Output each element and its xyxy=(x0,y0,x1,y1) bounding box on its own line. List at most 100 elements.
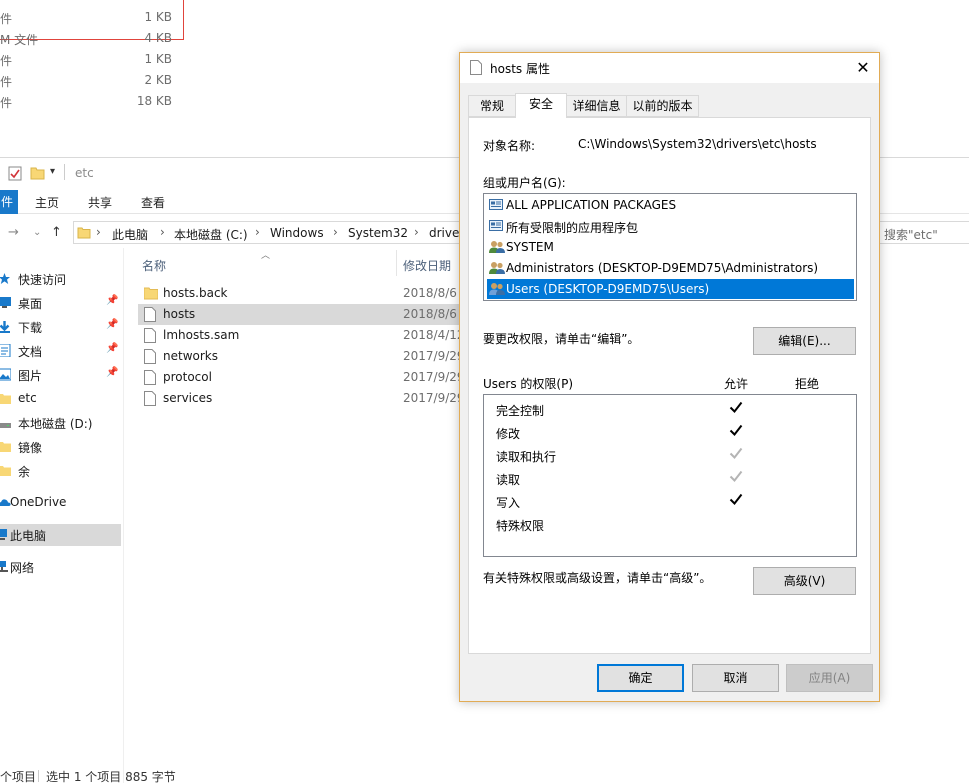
security-panel: 对象名称: C:\Windows\System32\drivers\etc\ho… xyxy=(468,117,871,654)
object-name-value: C:\Windows\System32\drivers\etc\hosts xyxy=(578,137,817,151)
users-icon xyxy=(489,282,505,298)
download-icon xyxy=(0,320,11,333)
column-divider[interactable] xyxy=(396,250,397,276)
advanced-hint: 有关特殊权限或高级设置，请单击“高级”。 xyxy=(483,571,712,585)
sidebar-item-yu[interactable]: 余 xyxy=(0,460,121,482)
inherited-check-icon xyxy=(729,469,743,486)
tab-file[interactable]: 件 xyxy=(0,190,18,214)
up-arrow-icon[interactable]: ↑ xyxy=(51,225,62,240)
file-row[interactable]: networks 2017/9/29 xyxy=(138,346,468,367)
status-selection: 选中 1 个项目 885 字节 xyxy=(38,770,176,783)
sidebar-item-onedrive[interactable]: OneDrive xyxy=(0,492,121,514)
recent-locations-icon[interactable]: ⌄ xyxy=(33,227,41,238)
breadcrumb-this-pc[interactable]: 此电脑 xyxy=(112,226,148,243)
ok-button[interactable]: 确定 xyxy=(597,664,684,692)
pin-icon[interactable]: 📌 xyxy=(106,367,118,378)
sidebar-item-quick-access[interactable]: 快速访问 xyxy=(0,268,121,290)
file-row[interactable]: hosts 2018/8/6 xyxy=(138,304,468,325)
sidebar-item-documents[interactable]: 文档 📌 xyxy=(0,340,121,362)
folder-icon xyxy=(0,392,11,405)
permission-row: 读取和执行 xyxy=(496,445,796,468)
file-icon xyxy=(144,370,156,388)
sidebar-item-downloads[interactable]: 下载 📌 xyxy=(0,316,121,338)
column-header: ︿ 名称 修改日期 xyxy=(124,248,464,278)
forward-arrow-icon[interactable]: → xyxy=(8,225,19,240)
list-item[interactable]: 件 2 KB xyxy=(0,70,190,91)
star-icon xyxy=(0,272,11,285)
toolbar-divider xyxy=(64,164,65,180)
chevron-right-icon[interactable]: › xyxy=(414,225,419,239)
tab-share[interactable]: 共享 xyxy=(88,194,112,211)
list-item[interactable]: 件 1 KB xyxy=(0,7,190,28)
breadcrumb-system32[interactable]: System32 xyxy=(348,226,408,240)
sidebar-item-etc[interactable]: etc xyxy=(0,388,121,410)
tab-home[interactable]: 主页 xyxy=(35,194,59,211)
sidebar-item-pictures[interactable]: 图片 📌 xyxy=(0,364,121,386)
folder-icon xyxy=(143,286,159,303)
sidebar-item-network[interactable]: 网络 xyxy=(0,556,121,578)
list-item[interactable]: 件 1 KB xyxy=(0,49,190,70)
pin-icon[interactable]: 📌 xyxy=(106,295,118,306)
sidebar-item-this-pc[interactable]: 此电脑 xyxy=(0,524,121,546)
chevron-right-icon[interactable]: › xyxy=(255,225,260,239)
drive-icon xyxy=(0,416,11,429)
sort-ascending-icon: ︿ xyxy=(261,251,271,261)
group-item[interactable]: Users (DESKTOP-D9EMD75\Users) xyxy=(487,279,854,299)
permission-row: 修改 xyxy=(496,422,796,445)
customize-toolbar-icon[interactable]: ▾ xyxy=(50,166,55,177)
file-row[interactable]: hosts.back 2018/8/6 xyxy=(138,283,468,304)
search-input[interactable]: 搜索"etc" xyxy=(877,221,969,244)
dialog-titlebar[interactable]: hosts 属性 ✕ xyxy=(460,53,879,83)
breadcrumb-drive-c[interactable]: 本地磁盘 (C:) xyxy=(174,226,248,243)
close-icon[interactable]: ✕ xyxy=(852,57,874,79)
tab-previous-versions[interactable]: 以前的版本 xyxy=(626,95,699,117)
group-item[interactable]: SYSTEM xyxy=(487,237,854,257)
list-item[interactable]: 件 18 KB xyxy=(0,91,190,112)
breadcrumb-windows[interactable]: Windows xyxy=(270,226,324,240)
list-item[interactable]: M 文件 4 KB xyxy=(0,28,190,49)
tab-general[interactable]: 常规 xyxy=(468,95,516,117)
check-icon xyxy=(729,492,743,509)
column-header-date[interactable]: 修改日期 xyxy=(403,257,451,274)
group-user-list: ALL APPLICATION PACKAGES 所有受限制的应用程序包 SYS… xyxy=(483,193,857,301)
allow-column-label: 允许 xyxy=(724,377,749,391)
change-hint: 要更改权限，请单击“编辑”。 xyxy=(483,332,640,346)
tab-details[interactable]: 详细信息 xyxy=(566,95,627,117)
sidebar-item-desktop[interactable]: 桌面 📌 xyxy=(0,292,121,314)
folder-icon xyxy=(0,464,11,477)
desktop-icon xyxy=(0,296,11,309)
file-icon xyxy=(144,349,156,367)
inherited-check-icon xyxy=(729,446,743,463)
pin-icon[interactable]: 📌 xyxy=(106,319,118,330)
properties-dialog: hosts 属性 ✕ 常规 安全 详细信息 以前的版本 对象名称: C:\Win… xyxy=(459,52,880,702)
new-folder-icon[interactable] xyxy=(30,166,45,183)
advanced-button[interactable]: 高级(V) xyxy=(753,567,856,595)
address-bar[interactable]: › 此电脑 › 本地磁盘 (C:) › Windows › System32 ›… xyxy=(73,221,473,244)
chevron-right-icon[interactable]: › xyxy=(96,225,101,239)
window-title: etc xyxy=(75,166,94,180)
sidebar-item-mirror[interactable]: 镜像 xyxy=(0,436,121,458)
sidebar-item-drive-d[interactable]: 本地磁盘 (D:) xyxy=(0,412,121,434)
check-icon xyxy=(729,400,743,417)
chevron-right-icon[interactable]: › xyxy=(333,225,338,239)
groups-label: 组或用户名(G): xyxy=(483,176,566,190)
file-row[interactable]: protocol 2017/9/29 xyxy=(138,367,468,388)
pin-icon[interactable]: 📌 xyxy=(106,343,118,354)
cancel-button[interactable]: 取消 xyxy=(692,664,779,692)
file-row[interactable]: lmhosts.sam 2018/4/12 xyxy=(138,325,468,346)
group-item[interactable]: 所有受限制的应用程序包 xyxy=(487,216,854,236)
file-icon xyxy=(144,391,156,409)
column-header-name[interactable]: 名称 xyxy=(142,257,166,274)
permission-row: 写入 xyxy=(496,491,796,514)
apply-button[interactable]: 应用(A) xyxy=(786,664,873,692)
edit-button[interactable]: 编辑(E)... xyxy=(753,327,856,355)
chevron-right-icon[interactable]: › xyxy=(160,225,165,239)
dialog-tabs: 常规 安全 详细信息 以前的版本 xyxy=(468,93,872,118)
group-item[interactable]: Administrators (DESKTOP-D9EMD75\Administ… xyxy=(487,258,854,278)
properties-check-icon[interactable] xyxy=(8,166,22,184)
tab-security[interactable]: 安全 xyxy=(515,93,567,118)
file-row[interactable]: services 2017/9/29 xyxy=(138,388,468,409)
permissions-label: Users 的权限(P) xyxy=(483,377,574,391)
tab-view[interactable]: 查看 xyxy=(141,194,165,211)
group-item[interactable]: ALL APPLICATION PACKAGES xyxy=(487,195,854,215)
